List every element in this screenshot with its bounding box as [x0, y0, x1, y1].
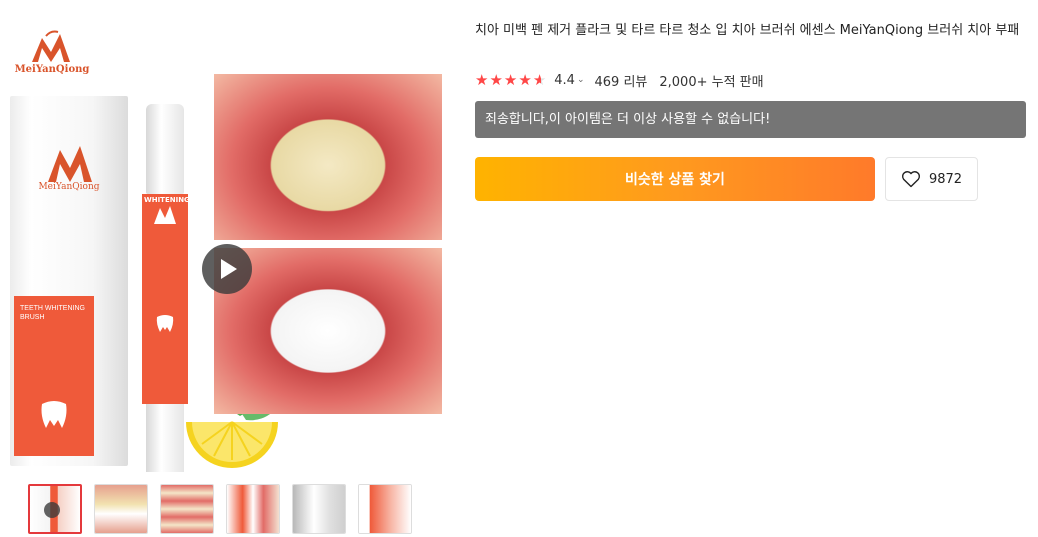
- thumbnail-3[interactable]: [160, 484, 214, 534]
- product-info: 치아 미백 펜 제거 플라크 및 타르 타르 청소 입 치아 브러쉬 에센스 M…: [475, 0, 1030, 537]
- thumbnail-strip: [28, 484, 418, 534]
- pen-tooth-icon: [156, 315, 174, 332]
- star-icon: ★: [475, 70, 489, 89]
- pen-cap: [146, 104, 184, 194]
- star-rating: ★ ★ ★ ★ ★: [475, 70, 547, 89]
- wishlist-button[interactable]: 9872: [885, 157, 978, 201]
- product-box: MeiYanQiong TEETH WHITENING BRUSH: [10, 96, 128, 466]
- star-icon: ★: [489, 70, 503, 89]
- reviews-count[interactable]: 469 리뷰: [595, 71, 648, 90]
- brand-mark-icon: [32, 30, 70, 62]
- pen-logo-icon: [154, 206, 176, 224]
- play-icon: [221, 259, 237, 279]
- box-brand-text: MeiYanQiong: [38, 182, 100, 192]
- box-panel-title: TEETH WHITENING BRUSH: [20, 305, 85, 321]
- brand-name: MeiYanQiong: [14, 64, 90, 75]
- unavailable-notice: 죄송합니다,이 아이템은 더 이상 사용할 수 없습니다!: [475, 101, 1026, 138]
- box-logo-icon: [48, 146, 92, 182]
- pen-bottom: [146, 404, 184, 472]
- thumbnail-image: [293, 485, 345, 533]
- find-similar-button[interactable]: 비슷한 상품 찾기: [475, 157, 875, 201]
- rating-value[interactable]: 4.4: [554, 73, 575, 88]
- product-gallery: MeiYanQiong MeiYanQiong TEETH WHITENING …: [0, 0, 452, 537]
- play-video-button[interactable]: [202, 244, 252, 294]
- star-icon: ★: [518, 70, 532, 89]
- pen-body: [142, 194, 188, 404]
- wishlist-count: 9872: [928, 171, 963, 187]
- chevron-down-icon[interactable]: ⌄: [577, 75, 585, 85]
- product-title: 치아 미백 펜 제거 플라크 및 타르 타르 청소 입 치아 브러쉬 에센스 M…: [475, 23, 1020, 38]
- thumbnail-4[interactable]: [226, 484, 280, 534]
- thumbnail-1[interactable]: [28, 484, 82, 534]
- thumbnail-image: [161, 485, 213, 533]
- star-half-icon: ★: [532, 70, 547, 89]
- thumbnail-6[interactable]: [358, 484, 412, 534]
- tooth-icon: [41, 401, 67, 428]
- main-product-image[interactable]: MeiYanQiong MeiYanQiong TEETH WHITENING …: [8, 22, 448, 472]
- rating-row: ★ ★ ★ ★ ★ 4.4 ⌄ 469 리뷰 2,000+ 누적 판매: [475, 70, 764, 90]
- pen-label: WHITENING: [144, 196, 190, 204]
- thumbnail-play-icon: [44, 502, 60, 518]
- brand-logo: MeiYanQiong: [12, 30, 92, 86]
- star-icon: ★: [503, 70, 518, 89]
- thumbnail-image: [359, 485, 411, 533]
- box-panel: TEETH WHITENING BRUSH: [14, 296, 94, 456]
- thumbnail-2[interactable]: [94, 484, 148, 534]
- thumbnail-image: [95, 485, 147, 533]
- sold-count: 2,000+ 누적 판매: [659, 74, 764, 90]
- thumbnail-5[interactable]: [292, 484, 346, 534]
- teeth-before-image: [214, 74, 442, 240]
- heart-icon: [901, 170, 921, 188]
- thumbnail-image: [227, 485, 279, 533]
